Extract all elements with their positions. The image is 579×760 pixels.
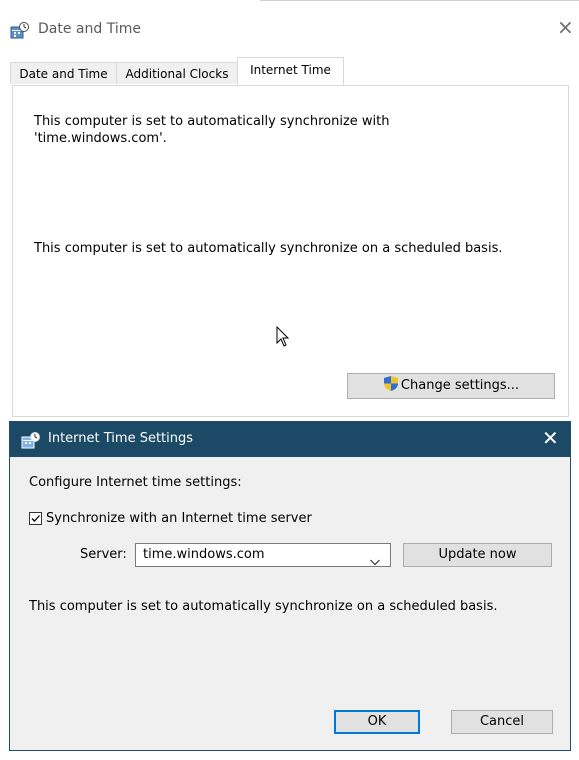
- sync-server-line-1: This computer is set to automatically sy…: [34, 114, 390, 129]
- server-label: Server:: [80, 547, 127, 562]
- date-time-app-icon: [10, 22, 30, 40]
- schedule-text: This computer is set to automatically sy…: [34, 241, 503, 256]
- sync-server-text: This computer is set to automatically sy…: [34, 113, 389, 147]
- change-settings-label: Change settings...: [400, 378, 520, 393]
- mouse-cursor-icon: [276, 325, 290, 352]
- change-settings-button[interactable]: Change settings...: [347, 373, 555, 399]
- window-edge: [260, 0, 579, 1]
- internet-time-settings-dialog: Internet Time Settings ✕ Configure Inter…: [9, 421, 571, 751]
- shield-icon: [383, 375, 399, 401]
- tab-additional-clocks[interactable]: Additional Clocks: [116, 62, 238, 84]
- server-combobox[interactable]: time.windows.com: [135, 543, 391, 567]
- configure-label: Configure Internet time settings:: [29, 475, 242, 490]
- ok-button[interactable]: OK: [334, 710, 420, 734]
- cancel-button[interactable]: Cancel: [451, 710, 553, 734]
- status-text: This computer is set to automatically sy…: [29, 599, 498, 614]
- dialog-title: Internet Time Settings: [48, 431, 194, 446]
- update-now-button[interactable]: Update now: [403, 543, 552, 567]
- checkmark-icon: [31, 515, 40, 522]
- close-icon[interactable]: ×: [557, 17, 574, 37]
- sync-checkbox[interactable]: [29, 512, 42, 525]
- window-title: Date and Time: [38, 21, 141, 37]
- tab-internet-time[interactable]: Internet Time: [237, 57, 344, 86]
- sync-server-line-2: 'time.windows.com'.: [34, 131, 167, 146]
- close-icon[interactable]: ✕: [542, 428, 559, 448]
- chevron-down-icon[interactable]: [370, 551, 380, 570]
- tab-date-and-time[interactable]: Date and Time: [10, 62, 117, 84]
- dialog-titlebar: Internet Time Settings ✕: [10, 422, 570, 457]
- sync-checkbox-label[interactable]: Synchronize with an Internet time server: [46, 511, 312, 526]
- date-time-app-icon: [21, 432, 41, 454]
- server-value: time.windows.com: [143, 547, 265, 562]
